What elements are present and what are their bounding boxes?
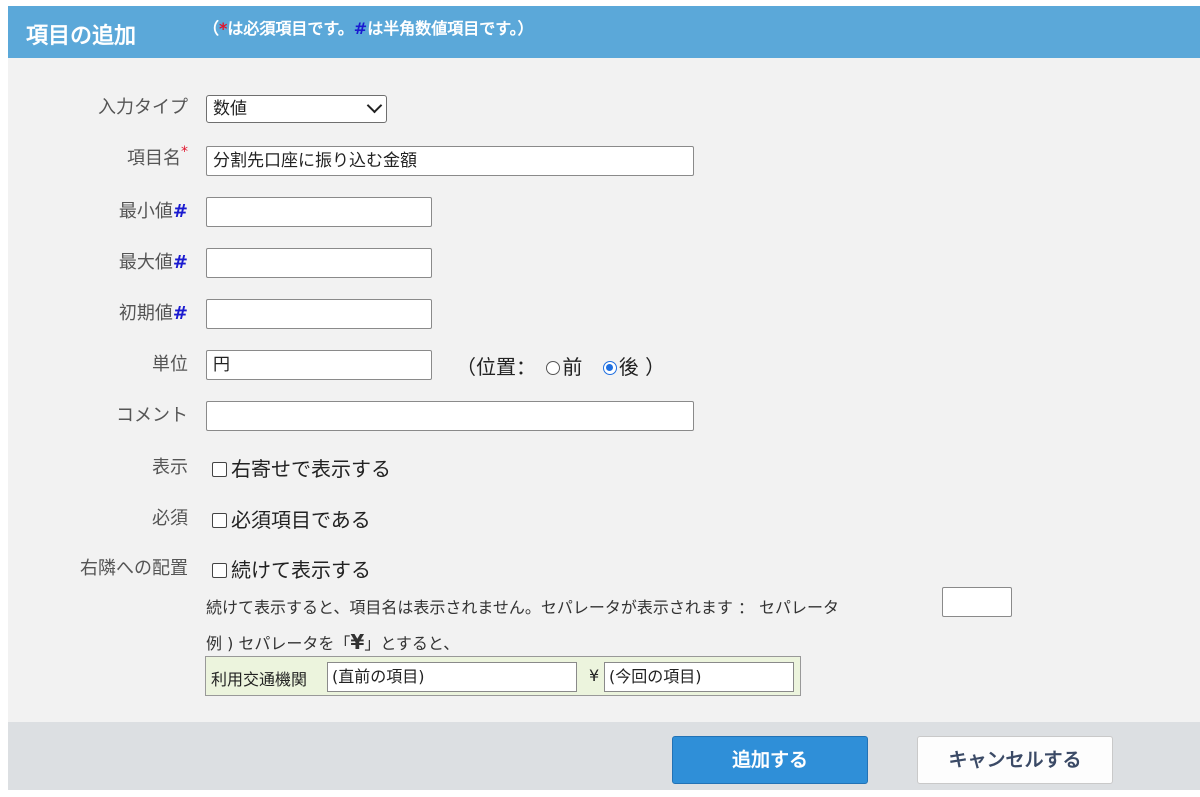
legend-open: （ bbox=[203, 19, 220, 38]
required-checkbox[interactable] bbox=[212, 513, 227, 528]
position-before-label: 前 bbox=[562, 355, 583, 379]
item-name-label-text: 項目名 bbox=[127, 148, 181, 169]
separator-example-box: 利用交通機関 (直前の項目) ¥ (今回の項目) bbox=[205, 656, 801, 696]
unit-input[interactable]: 円 bbox=[206, 350, 432, 380]
example-yen: ¥ bbox=[350, 630, 365, 654]
unit-label: 単位 bbox=[152, 354, 188, 375]
legend-required-text: は必須項目です。 bbox=[227, 19, 354, 38]
numeric-hash-mark: # bbox=[172, 201, 188, 222]
initial-value-input[interactable] bbox=[206, 299, 432, 329]
example-prefix: 例 ) セパレータを「 bbox=[206, 634, 351, 653]
separator-input[interactable] bbox=[942, 587, 1012, 617]
min-value-label: 最小値# bbox=[119, 197, 188, 223]
comment-input[interactable] bbox=[206, 401, 694, 431]
header-legend-note: （*は必須項目です。#は半角数値項目です。） bbox=[203, 15, 534, 39]
input-type-value: 数値 bbox=[213, 99, 247, 119]
position-before-radio[interactable] bbox=[546, 361, 561, 375]
required-label: 必須 bbox=[152, 508, 188, 529]
separator-help-text: 続けて表示すると、項目名は表示されません。セパレータが表示されます ： セパレー… bbox=[206, 598, 840, 617]
align-right-option[interactable]: 右寄せで表示する bbox=[212, 453, 391, 482]
dialog-title: 項目の追加 bbox=[26, 24, 137, 49]
comment-label: コメント bbox=[116, 405, 188, 426]
item-name-label: 項目名* bbox=[127, 144, 188, 170]
cancel-button[interactable]: キャンセルする bbox=[917, 736, 1113, 784]
initial-value-label-text: 初期値 bbox=[118, 303, 173, 324]
required-option[interactable]: 必須項目である bbox=[212, 504, 371, 533]
required-checkbox-label: 必須項目である bbox=[231, 508, 371, 532]
unit-position-group: （位置： 前 後 ） bbox=[456, 351, 665, 380]
add-button[interactable]: 追加する bbox=[672, 736, 868, 784]
min-value-input[interactable] bbox=[206, 197, 432, 227]
input-type-select[interactable]: 数値 bbox=[206, 95, 387, 123]
input-type-label: 入力タイプ bbox=[98, 97, 188, 118]
place-right-label: 右隣への配置 bbox=[80, 558, 188, 579]
numeric-hash-mark: # bbox=[172, 303, 188, 324]
example-suffix: 」とすると、 bbox=[364, 634, 460, 653]
legend-numeric-text: は半角数値項目です。） bbox=[367, 19, 534, 38]
max-value-input[interactable] bbox=[206, 248, 432, 278]
add-item-dialog: 項目の追加 （*は必須項目です。#は半角数値項目です。） 入力タイプ 数値 項目… bbox=[8, 6, 1200, 790]
continue-display-option[interactable]: 続けて表示する bbox=[212, 554, 371, 583]
position-after-radio[interactable] bbox=[602, 361, 617, 375]
position-prefix: （位置： bbox=[456, 355, 536, 379]
continue-display-checkbox-label: 続けて表示する bbox=[231, 558, 371, 582]
position-after-label: 後 bbox=[618, 355, 639, 379]
example-separator: ¥ bbox=[589, 666, 600, 685]
example-current-field: (今回の項目) bbox=[604, 662, 794, 692]
required-star: * bbox=[181, 144, 188, 160]
align-right-checkbox-label: 右寄せで表示する bbox=[231, 457, 391, 481]
example-prev-field: (直前の項目) bbox=[327, 662, 577, 692]
separator-example-text: 例 ) セパレータを「¥」とすると、 bbox=[206, 630, 459, 654]
example-item-label: 利用交通機関 bbox=[211, 670, 308, 689]
initial-value-label: 初期値# bbox=[119, 299, 188, 325]
chevron-down-icon bbox=[366, 97, 383, 114]
position-suffix: ） bbox=[645, 355, 666, 379]
numeric-hash-mark: # bbox=[172, 252, 188, 273]
dialog-header: 項目の追加 （*は必須項目です。#は半角数値項目です。） bbox=[8, 6, 1200, 58]
max-value-label: 最大値# bbox=[119, 248, 188, 274]
min-value-label-text: 最小値 bbox=[118, 201, 173, 222]
align-right-checkbox[interactable] bbox=[212, 462, 227, 477]
continue-display-checkbox[interactable] bbox=[212, 563, 227, 578]
display-label: 表示 bbox=[152, 457, 188, 478]
max-value-label-text: 最大値 bbox=[118, 252, 173, 273]
dialog-footer: 追加する キャンセルする bbox=[8, 722, 1200, 790]
item-name-input[interactable]: 分割先口座に振り込む金額 bbox=[206, 146, 694, 176]
numeric-hash-legend: # bbox=[353, 19, 368, 38]
